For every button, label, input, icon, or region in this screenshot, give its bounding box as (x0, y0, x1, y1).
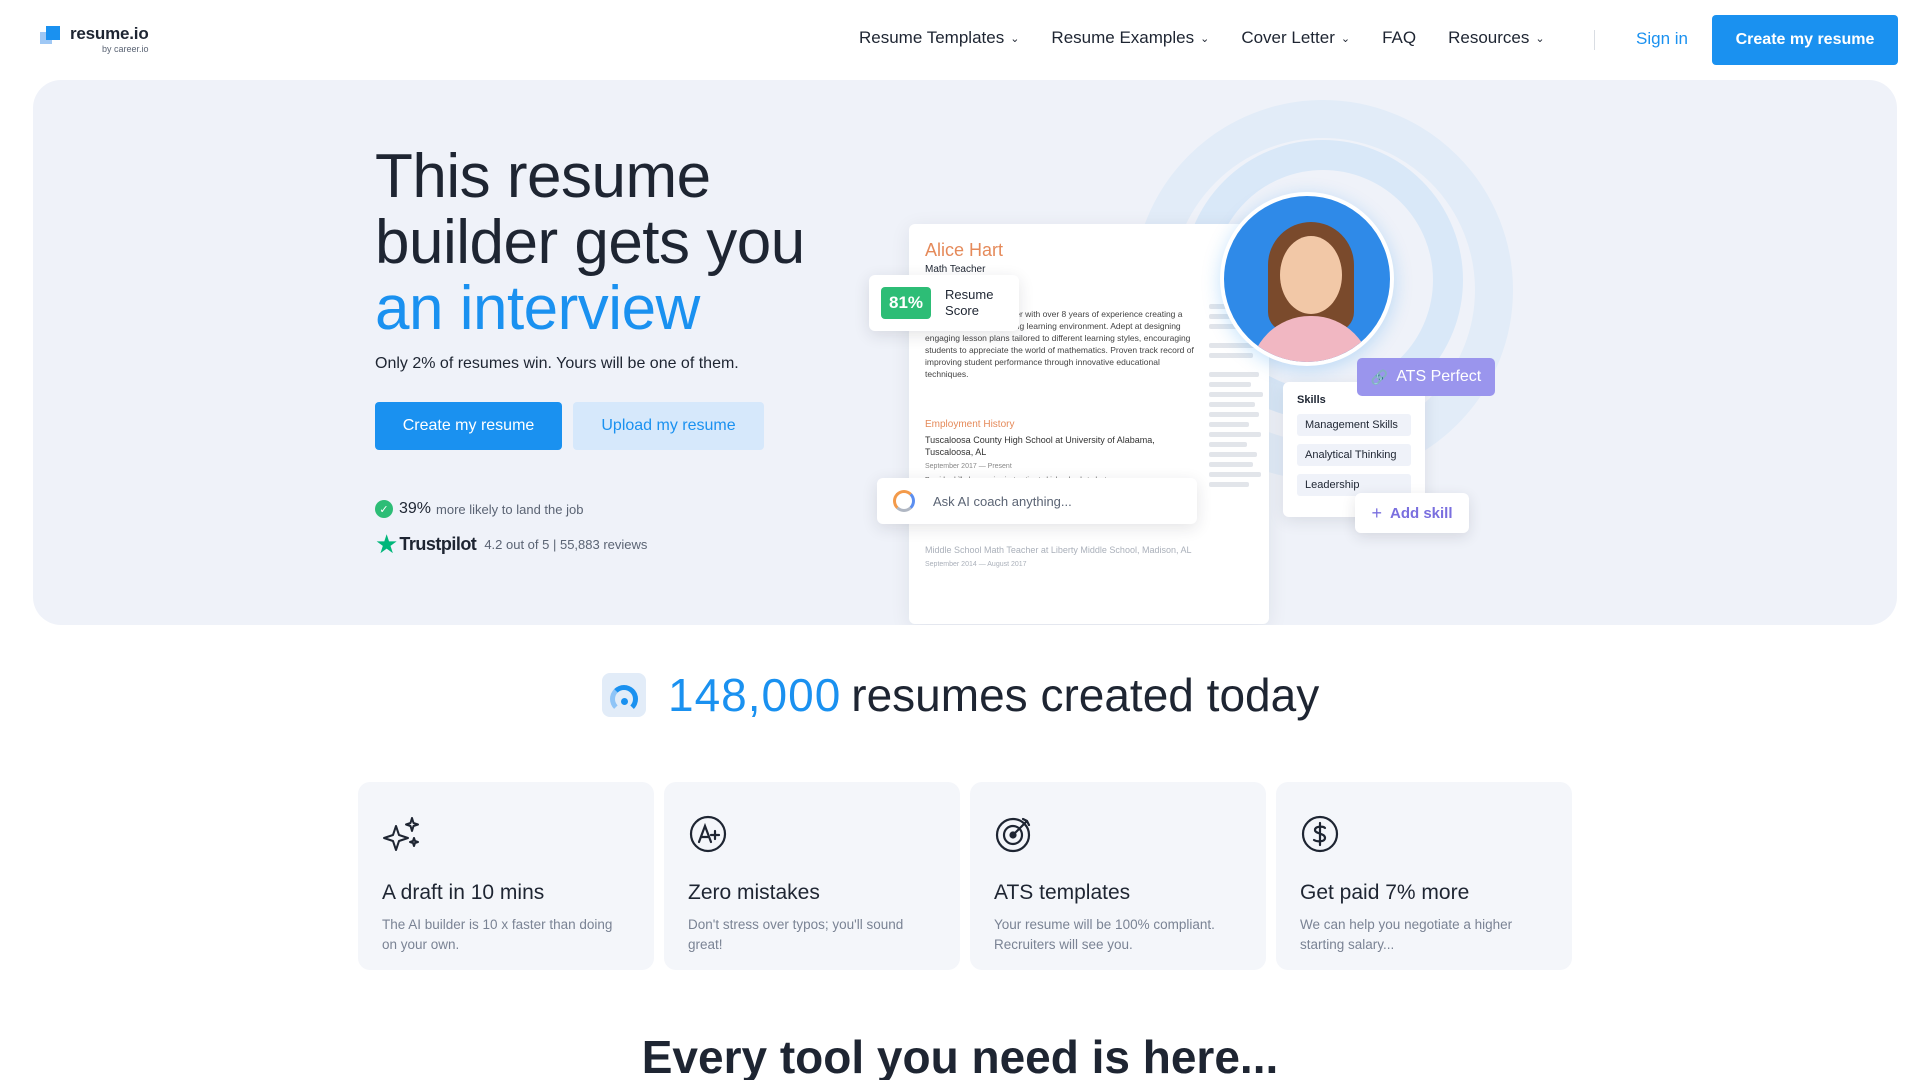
stat-line: ✓ 39% more likely to land the job (375, 500, 583, 518)
logo[interactable]: resume.io by career.io (40, 24, 149, 54)
hero-section: This resume builder gets you an intervie… (33, 80, 1897, 625)
resume-score-value: 81% (881, 287, 932, 319)
feature-desc: Your resume will be 100% compliant. Recr… (994, 917, 1215, 952)
resume-score-label: Resume Score (945, 287, 994, 318)
feature-desc: The AI builder is 10 x faster than doing… (382, 917, 613, 952)
logo-icon (40, 26, 62, 48)
upload-resume-button[interactable]: Upload my resume (573, 402, 764, 450)
nav-item-faq[interactable]: FAQ (1382, 28, 1416, 48)
section-title: Every tool you need is here... (641, 1031, 1279, 1080)
trustpilot-rating[interactable]: ★ Trustpilot 4.2 out of 5 | 55,883 revie… (375, 529, 648, 559)
resume-score-card: 81% Resume Score (869, 275, 1019, 331)
feature-card: ATS templates Your resume will be 100% c… (970, 782, 1266, 970)
trustpilot-name: Trustpilot (399, 533, 477, 554)
resume-employment-entry-2: Middle School Math Teacher at Liberty Mi… (925, 545, 1192, 568)
resume-employment-heading: Employment History (925, 419, 1015, 430)
logo-name: resume.io (70, 24, 149, 43)
feature-desc: We can help you negotiate a higher start… (1300, 917, 1513, 952)
hero-title-accent: an interview (375, 274, 700, 343)
ats-perfect-badge: 🔗 ATS Perfect (1357, 358, 1495, 396)
sign-in-link[interactable]: Sign in (1636, 29, 1688, 49)
gauge-icon (602, 673, 646, 717)
stat-text: more likely to land the job (436, 501, 584, 517)
dollar-icon (1301, 815, 1339, 853)
features-row: A draft in 10 mins The AI builder is 10 … (358, 782, 1582, 970)
resume-counter: 148,000 resumes created today (602, 668, 1319, 722)
hero-title: This resume builder gets you an intervie… (375, 142, 805, 343)
check-icon: ✓ (375, 500, 393, 518)
chevron-down-icon: ⌄ (1010, 32, 1020, 45)
a-plus-icon (689, 815, 727, 853)
add-skill-button: + Add skill (1355, 493, 1469, 533)
nav-item-cover-letter[interactable]: Cover Letter ⌄ (1241, 28, 1350, 48)
counter-number: 148,000 (668, 669, 842, 721)
skill-chip: Analytical Thinking (1297, 444, 1411, 466)
feature-card: A draft in 10 mins The AI builder is 10 … (358, 782, 654, 970)
avatar (1220, 192, 1394, 366)
target-icon (995, 817, 1031, 853)
stat-value: 39% (399, 500, 432, 517)
feature-desc: Don't stress over typos; you'll sound gr… (688, 917, 904, 952)
feature-card: Get paid 7% more We can help you negotia… (1276, 782, 1572, 970)
plus-icon: + (1371, 502, 1382, 523)
feature-title: ATS templates (994, 881, 1131, 904)
skill-chip: Management Skills (1297, 414, 1411, 436)
feature-card: Zero mistakes Don't stress over typos; y… (664, 782, 960, 970)
chevron-down-icon: ⌄ (1340, 32, 1351, 45)
nav-item-resources[interactable]: Resources ⌄ (1448, 28, 1544, 48)
nav-menu: Resume Templates ⌄ Resume Examples ⌄ Cover… (859, 28, 1577, 48)
trustpilot-text: 4.2 out of 5 | 55,883 reviews (484, 536, 648, 552)
create-resume-nav-button[interactable]: Create my resume (1712, 15, 1898, 65)
nav-item-resume-templates[interactable]: Resume Templates ⌄ (859, 28, 1019, 48)
ai-coach-input: Ask AI coach anything... (877, 478, 1197, 524)
feature-title: Zero mistakes (688, 881, 820, 904)
trustpilot-star-icon: ★ (375, 529, 399, 559)
nav-item-resume-examples[interactable]: Resume Examples ⌄ (1051, 28, 1209, 48)
logo-sub: by career.io (101, 44, 149, 54)
feature-title: Get paid 7% more (1300, 881, 1470, 904)
link-icon: 🔗 (1370, 368, 1389, 385)
top-nav: resume.io by career.io Resume Templates ⌄… (0, 0, 1920, 80)
ai-spinner-icon (893, 490, 915, 512)
sparkles-icon (383, 817, 419, 851)
create-resume-button[interactable]: Create my resume (375, 402, 562, 450)
chevron-down-icon: ⌄ (1535, 32, 1545, 45)
nav-divider (1594, 30, 1595, 50)
chevron-down-icon: ⌄ (1200, 32, 1210, 45)
resume-role: Math Teacher (925, 264, 986, 275)
feature-title: A draft in 10 mins (382, 881, 545, 904)
hero-subtitle: Only 2% of resumes win. Yours will be on… (375, 355, 739, 372)
resume-name: Alice Hart (925, 240, 1004, 260)
counter-text: resumes created today (851, 669, 1320, 721)
